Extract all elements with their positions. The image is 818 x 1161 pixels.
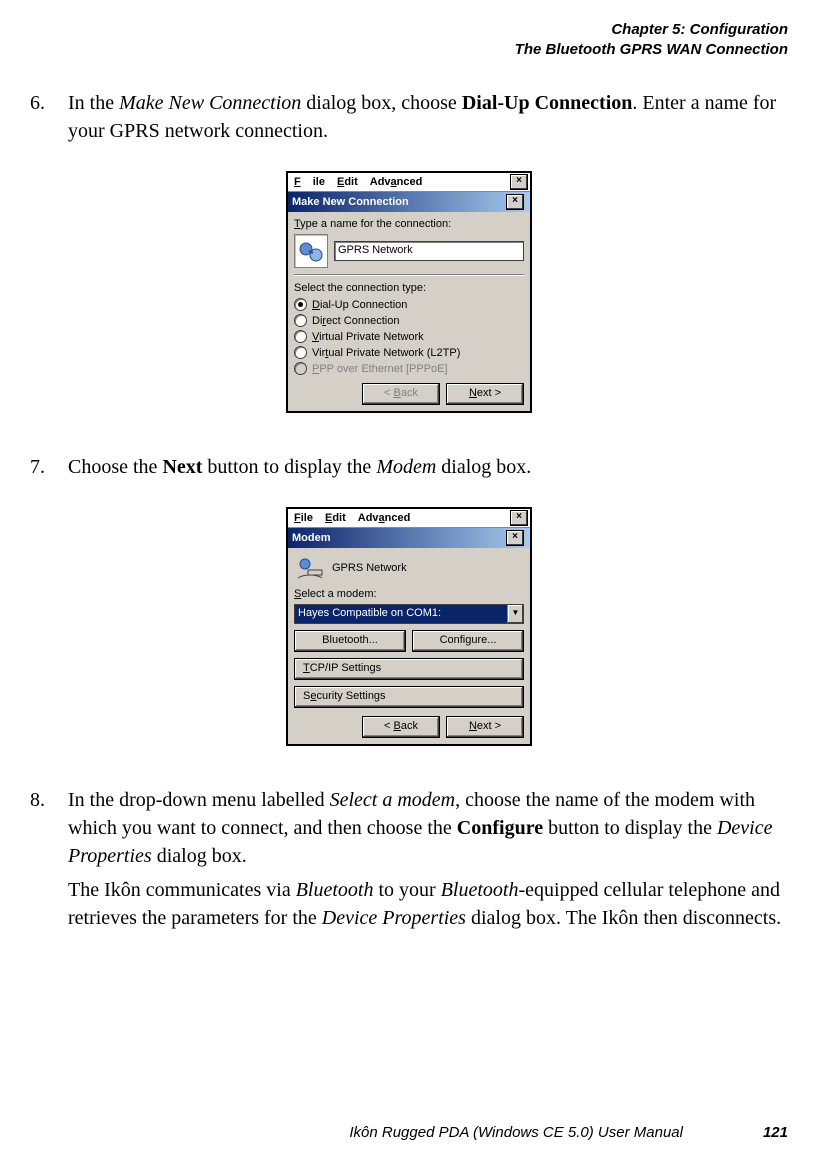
title-bar: Modem ×	[288, 528, 530, 548]
configure-button[interactable]: Configure...	[412, 630, 524, 652]
page-footer: Ikôn Rugged PDA (Windows CE 5.0) User Ma…	[30, 1124, 788, 1141]
radio-vpn[interactable]: Virtual Private Network	[294, 330, 524, 343]
menu-file[interactable]: File	[288, 512, 319, 524]
step-text: In the drop-down menu labelled Select a …	[68, 786, 788, 938]
window-close-button[interactable]: ×	[510, 510, 528, 526]
dropdown-arrow-icon[interactable]: ▼	[507, 605, 523, 623]
step-text: Choose the Next button to display the Mo…	[68, 453, 788, 487]
select-modem-label: Select a modem:	[294, 588, 524, 600]
menu-edit[interactable]: Edit	[319, 512, 352, 524]
title-bar: Make New Connection ×	[288, 192, 530, 212]
menu-advanced[interactable]: Advanced	[352, 512, 417, 524]
menu-bar: File Edit Advanced ×	[288, 509, 530, 528]
radio-direct[interactable]: Direct Connection	[294, 314, 524, 327]
back-button[interactable]: < Back	[362, 716, 440, 738]
tcpip-settings-button[interactable]: TCP/IP Settings	[294, 658, 524, 680]
dialog-make-new-connection: File Edit Advanced × Make New Connection…	[286, 171, 532, 413]
step-7: 7. Choose the Next button to display the…	[30, 453, 788, 487]
next-button[interactable]: Next >	[446, 383, 524, 405]
bluetooth-button[interactable]: Bluetooth...	[294, 630, 406, 652]
dialog-make-new-connection-wrap: File Edit Advanced × Make New Connection…	[30, 171, 788, 413]
dialog-modem: File Edit Advanced × Modem × GPRS Networ…	[286, 507, 532, 746]
menu-edit[interactable]: Edit	[331, 176, 364, 188]
next-button[interactable]: Next >	[446, 716, 524, 738]
dialog-title: Modem	[292, 532, 331, 544]
page-number: 121	[763, 1124, 788, 1141]
modem-select-value: Hayes Compatible on COM1:	[295, 605, 507, 623]
dialog-close-button[interactable]: ×	[506, 530, 524, 546]
select-type-label: Select the connection type:	[294, 282, 524, 294]
radio-pppoe: PPP over Ethernet [PPPoE]	[294, 362, 524, 375]
step-number: 7.	[30, 453, 68, 487]
dialog-title: Make New Connection	[292, 196, 409, 208]
step-8: 8. In the drop-down menu labelled Select…	[30, 786, 788, 938]
step-6: 6. In the Make New Connection dialog box…	[30, 89, 788, 151]
section-label: The Bluetooth GPRS WAN Connection	[30, 40, 788, 60]
radio-l2tp[interactable]: Virtual Private Network (L2TP)	[294, 346, 524, 359]
chapter-label: Chapter 5: Configuration	[30, 20, 788, 40]
step-text: In the Make New Connection dialog box, c…	[68, 89, 788, 151]
manual-title: Ikôn Rugged PDA (Windows CE 5.0) User Ma…	[349, 1124, 683, 1141]
step-number: 6.	[30, 89, 68, 151]
dialog-modem-wrap: File Edit Advanced × Modem × GPRS Networ…	[30, 507, 788, 746]
connection-name-label: GPRS Network	[332, 562, 407, 574]
connection-icon	[294, 234, 328, 268]
page-header: Chapter 5: Configuration The Bluetooth G…	[30, 20, 788, 59]
menu-advanced[interactable]: Advanced	[364, 176, 429, 188]
security-settings-button[interactable]: Security Settings	[294, 686, 524, 708]
window-close-button[interactable]: ×	[510, 174, 528, 190]
page: Chapter 5: Configuration The Bluetooth G…	[0, 0, 818, 1161]
modem-select[interactable]: Hayes Compatible on COM1: ▼	[294, 604, 524, 624]
connection-name-input[interactable]: GPRS Network	[334, 241, 524, 261]
type-name-label: Type a name for the connection:	[294, 218, 524, 230]
radio-dialup[interactable]: Dial-Up Connection	[294, 298, 524, 311]
dialog-close-button[interactable]: ×	[506, 194, 524, 210]
menu-bar: File Edit Advanced ×	[288, 173, 530, 192]
back-button: < Back	[362, 383, 440, 405]
step-number: 8.	[30, 786, 68, 938]
menu-file[interactable]: File	[288, 176, 331, 188]
modem-icon	[294, 552, 326, 584]
